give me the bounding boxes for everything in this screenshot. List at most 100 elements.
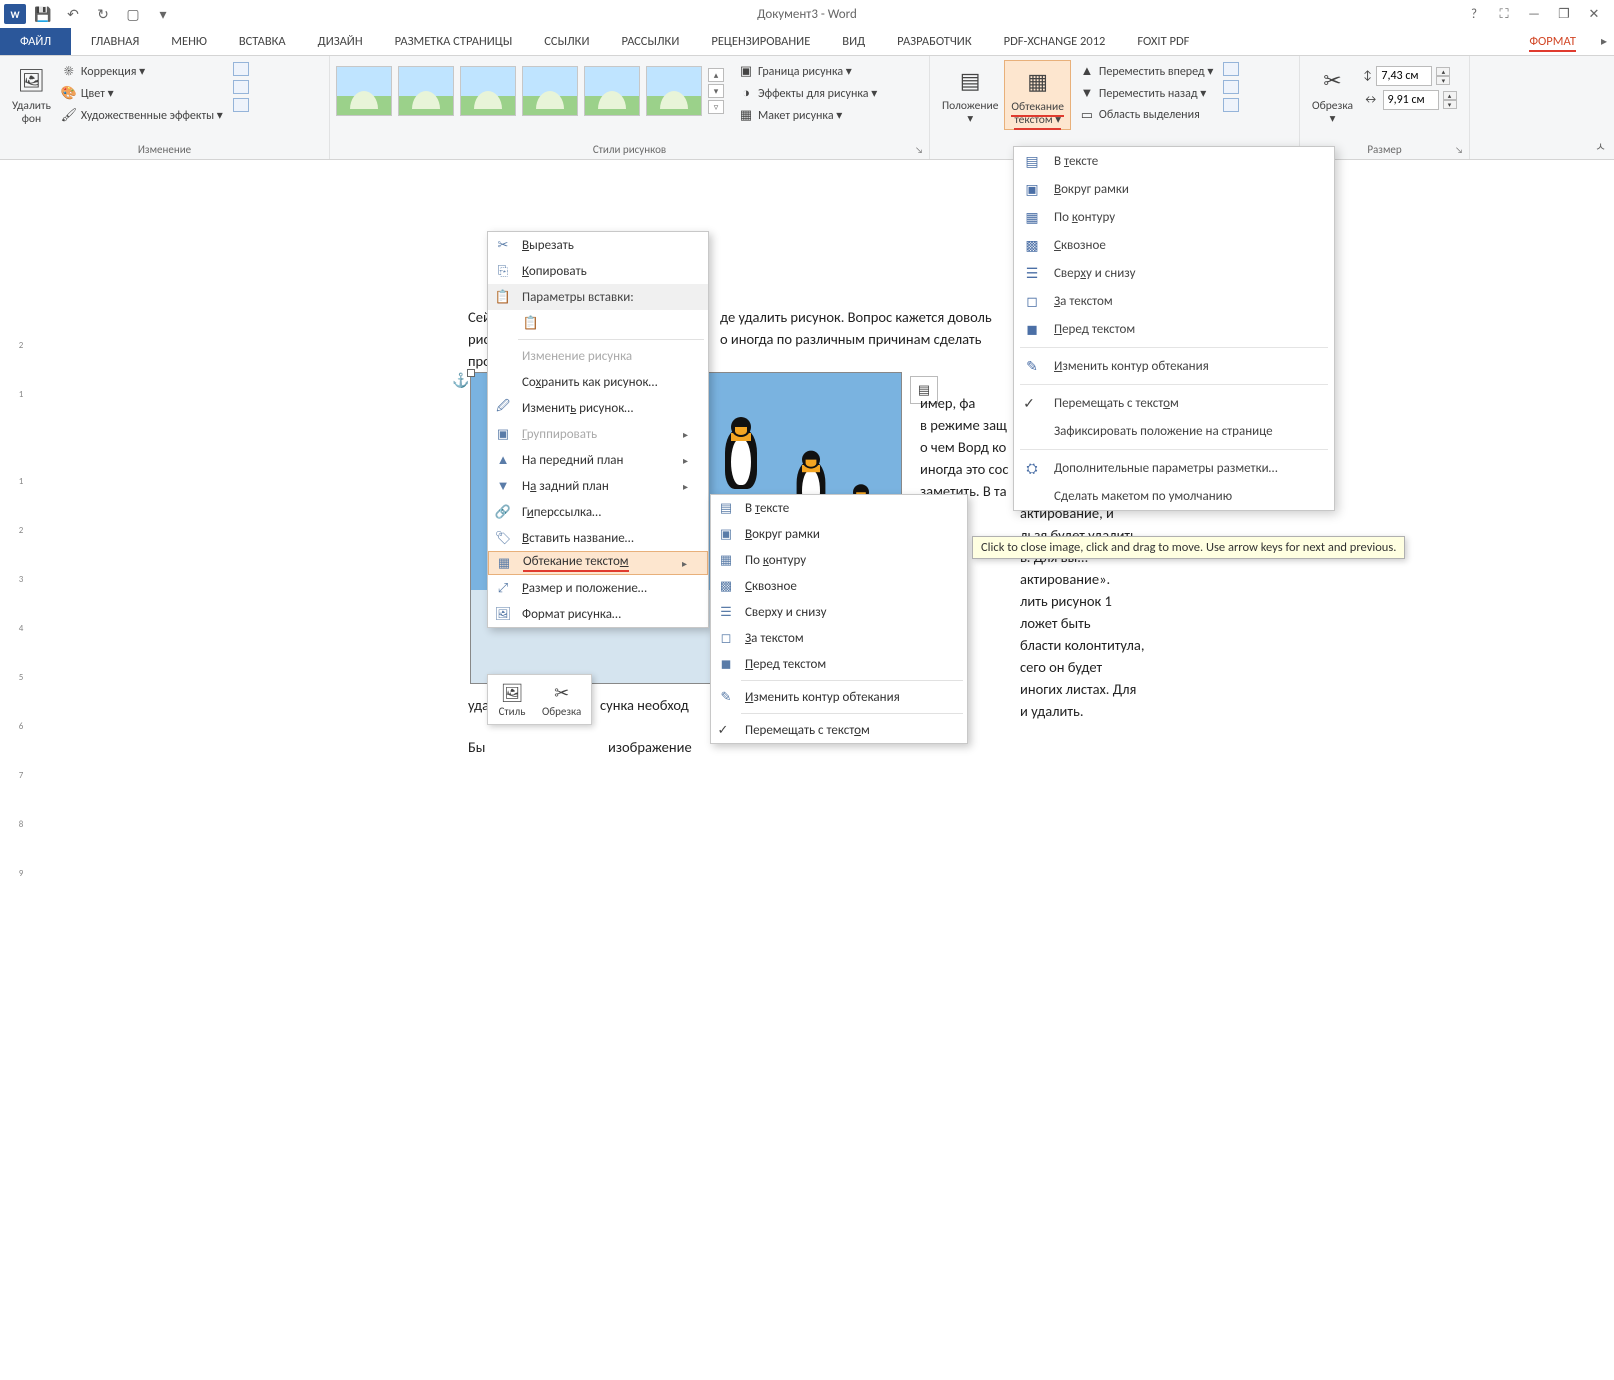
height-field[interactable]: ↕ ▴▾ — [1363, 66, 1456, 86]
ctx-hyperlink[interactable]: 🔗Гиперссылка… — [488, 499, 708, 525]
style-thumb-5[interactable] — [584, 66, 640, 116]
send-backward-button[interactable]: ▼Переместить назад ▾ — [1075, 82, 1217, 104]
tab-references[interactable]: ССЫЛКИ — [528, 28, 605, 55]
rib-wrap-more-options[interactable]: ⛭Дополнительные параметры разметки… — [1014, 454, 1334, 482]
wrap-tight[interactable]: ▦По контуру — [711, 547, 967, 573]
align-button[interactable] — [1223, 62, 1239, 76]
rib-wrap-front[interactable]: ◼Перед текстом — [1014, 315, 1334, 343]
qat-more-icon[interactable]: ▾ — [150, 2, 176, 26]
width-down[interactable]: ▾ — [1443, 100, 1457, 109]
rib-wrap-edit-points[interactable]: ✎Изменить контур обтекания — [1014, 352, 1334, 380]
ctx-copy[interactable]: ⎘Копировать — [488, 258, 708, 284]
vertical-ruler[interactable]: 21123456789 — [12, 340, 30, 879]
qat-undo-icon[interactable]: ↶ — [60, 2, 86, 26]
collapse-ribbon-icon[interactable]: ㅅ — [1595, 138, 1606, 155]
tab-mailings[interactable]: РАССЫЛКИ — [605, 28, 695, 55]
ribbon-display-options-button[interactable]: ⛶ — [1490, 4, 1518, 24]
change-picture-button[interactable] — [233, 80, 249, 94]
tab-file[interactable]: ФАЙЛ — [0, 28, 71, 55]
height-up[interactable]: ▴ — [1436, 67, 1450, 76]
rib-wrap-behind[interactable]: ◻За текстом — [1014, 287, 1334, 315]
rib-wrap-topbottom[interactable]: ☰Сверху и снизу — [1014, 259, 1334, 287]
ctx-send-to-back[interactable]: ▼На задний план▸ — [488, 473, 708, 499]
tab-page-layout[interactable]: РАЗМЕТКА СТРАНИЦЫ — [379, 28, 529, 55]
group-objects-button[interactable] — [1223, 80, 1239, 94]
tab-insert[interactable]: ВСТАВКА — [223, 28, 302, 55]
ctx-cut[interactable]: ✂ВВырезатьырезать — [488, 232, 708, 258]
minimize-button[interactable]: — — [1520, 4, 1548, 24]
qat-save-icon[interactable]: 💾 — [30, 2, 56, 26]
width-up[interactable]: ▴ — [1443, 91, 1457, 100]
rib-wrap-fixed[interactable]: Зафиксировать положение на странице — [1014, 417, 1334, 445]
style-thumb-6[interactable] — [646, 66, 702, 116]
position-button[interactable]: ▤ Положение ▾ — [936, 60, 1004, 128]
wrap-inline[interactable]: ▤В тексте — [711, 495, 967, 521]
ctx-edit-picture[interactable]: 🖉Изменить рисунок… — [488, 395, 708, 421]
qat-new-icon[interactable]: ▢ — [120, 2, 146, 26]
remove-background-button[interactable]: 🖼 Удалить фон — [6, 60, 57, 128]
tab-menu[interactable]: Меню — [155, 28, 223, 55]
ctx-format-picture[interactable]: 🖼Формат рисунка… — [488, 601, 708, 627]
help-button[interactable]: ? — [1460, 4, 1488, 24]
rib-wrap-move-with-text[interactable]: Перемещать с текстом — [1014, 389, 1334, 417]
style-thumb-3[interactable] — [460, 66, 516, 116]
tab-foxit[interactable]: Foxit PDF — [1121, 28, 1205, 55]
ctx-save-as-picture[interactable]: Сохранить как рисунок… — [488, 369, 708, 395]
picture-effects-button[interactable]: ◑Эффекты для рисунка ▾ — [734, 82, 881, 104]
tab-home[interactable]: ГЛАВНАЯ — [75, 28, 155, 55]
ctx-size-position[interactable]: ⤢Размер и положение… — [488, 575, 708, 601]
wrap-move-with-text[interactable]: Перемещать с текстом — [711, 717, 967, 743]
style-thumb-2[interactable] — [398, 66, 454, 116]
tab-design[interactable]: ДИЗАЙН — [302, 28, 379, 55]
tab-review[interactable]: РЕЦЕНЗИРОВАНИЕ — [695, 28, 826, 55]
close-button[interactable]: ✕ — [1580, 4, 1608, 24]
style-gallery-more[interactable]: ▴▾▿ — [708, 68, 724, 114]
wrap-square[interactable]: ▣Вокруг рамки — [711, 521, 967, 547]
artistic-effects-button[interactable]: 🖌Художественные эффекты ▾ — [57, 104, 227, 126]
rib-wrap-default[interactable]: Сделать макетом по умолчанию — [1014, 482, 1334, 510]
crop-button[interactable]: ✂ Обрезка ▾ — [1306, 60, 1359, 128]
compress-pictures-button[interactable] — [233, 62, 249, 76]
rib-wrap-tight[interactable]: ▦По контуру — [1014, 203, 1334, 231]
ctx-paste-option-1[interactable]: 📋 — [488, 310, 708, 336]
mini-style-button[interactable]: 🖼Стиль — [492, 679, 532, 720]
ctx-wrap-text[interactable]: ▦Обтекание текстом▸ — [488, 551, 708, 575]
styles-dialog-launcher[interactable]: ↘ — [915, 145, 923, 156]
restore-button[interactable]: ❐ — [1550, 4, 1578, 24]
tab-format[interactable]: ФОРМАТ — [1513, 28, 1594, 55]
size-dialog-launcher[interactable]: ↘ — [1455, 145, 1463, 156]
style-thumb-4[interactable] — [522, 66, 578, 116]
tab-pdfxchange[interactable]: PDF-XChange 2012 — [988, 28, 1122, 55]
rib-wrap-through[interactable]: ▩Сквозное — [1014, 231, 1334, 259]
wrap-through[interactable]: ▩Сквозное — [711, 573, 967, 599]
wrap-behind[interactable]: ◻За текстом — [711, 625, 967, 651]
picture-layout-button[interactable]: ▦Макет рисунка ▾ — [734, 104, 881, 126]
word-app-icon[interactable]: W — [4, 4, 26, 24]
width-input[interactable] — [1383, 90, 1439, 110]
rotate-button[interactable] — [1223, 98, 1239, 112]
ctx-bring-to-front[interactable]: ▲На передний план▸ — [488, 447, 708, 473]
wrap-front[interactable]: ◼Перед текстом — [711, 651, 967, 677]
wrap-text-button[interactable]: ▦ Обтекание текстом ▾ — [1004, 60, 1071, 130]
style-thumb-1[interactable] — [336, 66, 392, 116]
mini-crop-button[interactable]: ✂Обрезка — [536, 679, 587, 720]
width-field[interactable]: ↔ ▴▾ — [1363, 90, 1456, 110]
qat-redo-icon[interactable]: ↻ — [90, 2, 116, 26]
height-input[interactable] — [1376, 66, 1432, 86]
reset-picture-button[interactable] — [233, 98, 249, 112]
height-down[interactable]: ▾ — [1436, 76, 1450, 85]
corrections-button[interactable]: ☀Коррекция ▾ — [57, 60, 227, 82]
wrap-topbottom[interactable]: ☰Сверху и снизу — [711, 599, 967, 625]
color-button[interactable]: 🎨Цвет ▾ — [57, 82, 227, 104]
selection-pane-button[interactable]: ▭Область выделения — [1075, 104, 1217, 126]
ribbon-expand-icon[interactable]: ▸ — [1594, 28, 1614, 55]
rib-wrap-inline[interactable]: ▤В тексте — [1014, 147, 1334, 175]
wrap-edit-points[interactable]: ✎Изменить контур обтекания — [711, 684, 967, 710]
bring-forward-button[interactable]: ▲Переместить вперед ▾ — [1075, 60, 1217, 82]
picture-styles-gallery[interactable]: ▴▾▿ — [336, 60, 724, 116]
picture-border-button[interactable]: ▣Граница рисунка ▾ — [734, 60, 881, 82]
rib-wrap-square[interactable]: ▣Вокруг рамки — [1014, 175, 1334, 203]
tab-developer[interactable]: РАЗРАБОТЧИК — [881, 28, 987, 55]
ctx-insert-caption[interactable]: 🏷Вставить название… — [488, 525, 708, 551]
tab-view[interactable]: ВИД — [826, 28, 881, 55]
